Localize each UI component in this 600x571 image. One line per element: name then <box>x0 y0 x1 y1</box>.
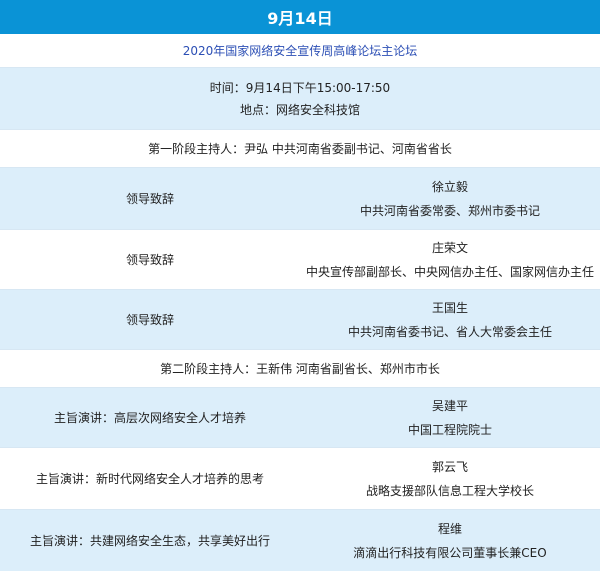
speaker-name: 徐立毅 <box>431 179 468 194</box>
agenda-row: 领导致辞 王国生 中共河南省委书记、省人大常委会主任 <box>0 290 600 350</box>
forum-title[interactable]: 2020年国家网络安全宣传周高峰论坛主论坛 <box>183 40 418 62</box>
stage2-host: 第二阶段主持人：王新伟 河南省副省长、郑州市市长 <box>160 361 440 376</box>
agenda-item: 领导致辞 <box>125 192 174 206</box>
date-header: 9月14日 <box>0 0 600 34</box>
agenda-row: 主旨演讲：共建网络安全生态，共享美好出行 程维 滴滴出行科技有限公司董事长兼CE… <box>0 510 600 571</box>
speaker-name: 庄荣文 <box>431 240 468 255</box>
agenda-row: 领导致辞 徐立毅 中共河南省委常委、郑州市委书记 <box>0 168 600 230</box>
speaker-title: 中共河南省委书记、省人大常委会主任 <box>347 324 552 339</box>
agenda-item: 领导致辞 <box>125 313 174 327</box>
speaker-title: 滴滴出行科技有限公司董事长兼CEO <box>353 545 547 560</box>
time-location-row: 时间：9月14日下午15:00-17:50 地点：网络安全科技馆 <box>0 68 600 130</box>
speaker-name: 程维 <box>437 521 462 536</box>
agenda-item: 主旨演讲：共建网络安全生态，共享美好出行 <box>29 534 270 548</box>
speaker-name: 王国生 <box>431 300 468 315</box>
agenda-row: 主旨演讲：新时代网络安全人才培养的思考 郭云飞 战略支援部队信息工程大学校长 <box>0 448 600 510</box>
agenda-item: 主旨演讲：新时代网络安全人才培养的思考 <box>35 472 264 486</box>
stage2-host-row: 第二阶段主持人：王新伟 河南省副省长、郑州市市长 <box>0 350 600 388</box>
speaker-title: 中共河南省委常委、郑州市委书记 <box>359 203 540 218</box>
speaker-title: 中央宣传部副部长、中央网信办主任、国家网信办主任 <box>305 264 594 279</box>
stage1-host: 第一阶段主持人：尹弘 中共河南省委副书记、河南省省长 <box>148 141 452 156</box>
speaker-name: 吴建平 <box>431 398 468 413</box>
agenda-item: 主旨演讲：高层次网络安全人才培养 <box>53 411 246 425</box>
agenda-item: 领导致辞 <box>125 253 174 267</box>
event-location: 地点：网络安全科技馆 <box>239 102 360 117</box>
agenda-row: 主旨演讲：高层次网络安全人才培养 吴建平 中国工程院院士 <box>0 388 600 448</box>
date-header-text: 9月14日 <box>267 9 333 28</box>
speaker-title: 中国工程院院士 <box>407 422 492 437</box>
agenda-table: 9月14日 2020年国家网络安全宣传周高峰论坛主论坛 时间：9月14日下午15… <box>0 0 600 571</box>
agenda-row: 领导致辞 庄荣文 中央宣传部副部长、中央网信办主任、国家网信办主任 <box>0 230 600 290</box>
speaker-title: 战略支援部队信息工程大学校长 <box>365 483 534 498</box>
forum-title-row: 2020年国家网络安全宣传周高峰论坛主论坛 <box>0 34 600 68</box>
event-time: 时间：9月14日下午15:00-17:50 <box>209 80 391 95</box>
speaker-name: 郭云飞 <box>431 459 468 474</box>
stage1-host-row: 第一阶段主持人：尹弘 中共河南省委副书记、河南省省长 <box>0 130 600 168</box>
